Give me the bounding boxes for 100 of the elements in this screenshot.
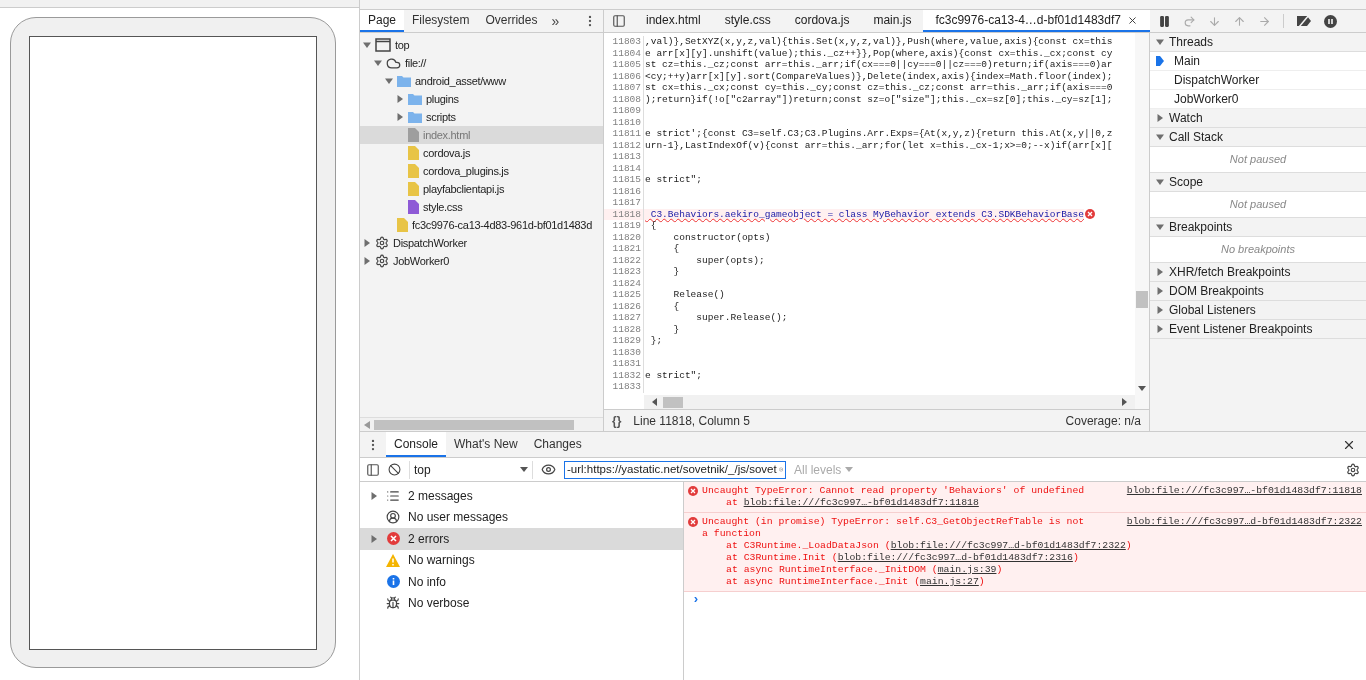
tree-item[interactable]: playfabclientapi.js [360,180,603,198]
error-icon [386,532,400,546]
stack-link[interactable]: blob:file:///fc3c997…d-bf01d1483df7:2322 [890,540,1126,551]
error-icon [688,517,698,527]
source-link[interactable]: blob:file:///fc3c997…-bf01d1483df7:11818 [1126,485,1362,497]
filter-field[interactable]: -url:https://yastatic.net/sovetnik/_/js/sovet [564,460,786,479]
deactivate-breakpoints-icon[interactable] [1296,15,1312,27]
section-header[interactable]: Event Listener Breakpoints [1150,320,1366,339]
section-header[interactable]: XHR/fetch Breakpoints [1150,263,1366,282]
expand-arrow-icon[interactable] [1156,178,1164,186]
horizontal-scrollbar[interactable] [644,395,1135,409]
line-number: 11814 [604,162,644,174]
expand-arrow-icon[interactable] [363,239,371,247]
expand-arrow-icon[interactable] [363,257,371,265]
vertical-scrollbar[interactable] [1135,33,1149,409]
stack-link[interactable]: main.js:27 [920,576,979,587]
expand-arrow-icon[interactable] [1156,223,1164,231]
expand-arrow-icon[interactable] [363,41,371,49]
tree-item[interactable]: cordova.js [360,144,603,162]
console-filter-item[interactable]: No verbose [360,592,683,614]
tab[interactable]: Page [360,10,405,32]
settings-icon[interactable] [1346,462,1360,477]
sidebar-toggle-icon[interactable] [366,462,380,477]
more-tabs-button[interactable]: » [545,10,566,32]
thread-item[interactable]: Main [1150,52,1366,71]
scrollbar-thumb[interactable] [1136,291,1148,308]
console-filter-item[interactable]: 2 errors [360,528,683,550]
console-filter-item[interactable]: No info [360,571,683,593]
tree-item[interactable]: android_asset/www [360,72,603,90]
section-header[interactable]: Watch [1150,109,1366,128]
expand-arrow-icon[interactable] [374,59,382,67]
context-select[interactable]: top [409,460,533,479]
error-icon [1085,209,1095,220]
horizontal-scrollbar[interactable] [360,417,603,431]
scroll-left-icon[interactable] [652,398,657,406]
file-tab[interactable]: main.js [861,10,924,32]
line-number: 11809 [604,105,644,117]
thread-item[interactable]: DispatchWorker [1150,71,1366,90]
file-tab[interactable]: fc3c9976-ca13-4…d-bf01d1483df7 [923,10,1150,32]
expand-arrow-icon[interactable] [370,491,378,500]
tab[interactable]: Console [386,432,447,457]
clear-console-icon[interactable] [388,463,401,476]
console-filter-item[interactable]: 2 messages [360,485,683,507]
toggle-navigator-icon[interactable] [612,14,626,28]
tab[interactable]: Overrides [477,10,546,32]
section-header[interactable]: DOM Breakpoints [1150,282,1366,301]
tab[interactable]: Filesystem [404,10,478,32]
code-text: st cx=this._cx;const cy=this._cy;const cz=this._cz;const arr=this._arr;if(axis===0 [644,82,1113,94]
line-number: 11833 [604,381,644,393]
expand-arrow-icon[interactable] [1156,114,1164,122]
scrollbar-thumb[interactable] [374,419,574,430]
tree-item[interactable]: DispatchWorker [360,234,603,252]
tree-item[interactable]: plugins [360,90,603,108]
gear-icon [375,236,389,250]
scroll-down-icon[interactable] [1138,386,1146,391]
expand-arrow-icon[interactable] [396,95,404,103]
file-icon [408,146,419,160]
code-text: super.Release(); [695,312,788,324]
expand-arrow-icon[interactable] [1156,133,1164,141]
console-prompt[interactable]: › [692,592,700,607]
gear-icon [375,254,389,268]
stack-link[interactable]: blob:file:///fc3c997…d-bf01d1483df7:2316 [837,552,1073,563]
close-icon[interactable] [1126,14,1138,26]
tree-item[interactable]: file:// [360,54,603,72]
stack-link[interactable]: blob:file:///fc3c997…-bf01d1483df7:11818 [743,497,979,508]
console-filter-item[interactable]: No user messages [360,506,683,528]
stack-link[interactable]: main.js:39 [937,564,997,575]
tab[interactable]: Changes [525,432,590,457]
tab[interactable]: What's New [446,432,526,457]
expand-arrow-icon[interactable] [385,77,393,85]
expand-arrow-icon[interactable] [1156,268,1164,276]
expand-arrow-icon[interactable] [1156,325,1164,333]
eye-icon[interactable] [541,462,556,477]
tree-item[interactable]: JobWorker0 [360,252,603,270]
pause-on-exceptions-icon[interactable] [1324,14,1337,28]
source-link[interactable]: blob:file:///fc3c997…d-bf01d1483df7:2322 [1126,516,1362,540]
pretty-print-button[interactable]: {} [612,411,622,430]
tree-item[interactable]: cordova_plugins.js [360,162,603,180]
file-tab[interactable]: cordova.js [782,10,862,32]
scrollbar-thumb[interactable] [663,396,683,408]
tree-item[interactable]: scripts [360,108,603,126]
thread-item[interactable]: JobWorker0 [1150,90,1366,109]
pause-icon[interactable] [1158,14,1171,28]
expand-arrow-icon[interactable] [1156,38,1164,46]
section-header[interactable]: Global Listeners [1150,301,1366,320]
line-number: 11807 [604,82,644,94]
tree-item[interactable]: top [360,36,603,54]
expand-arrow-icon[interactable] [370,534,378,543]
tree-item[interactable]: fc3c9976-ca13-4d83-961d-bf01d1483d [360,216,603,234]
expand-arrow-icon[interactable] [396,113,404,121]
tree-item[interactable]: style.css [360,198,603,216]
code-text: constructor(opts) [672,231,771,243]
code-text: } [672,323,680,335]
expand-arrow-icon[interactable] [1156,287,1164,295]
expand-arrow-icon[interactable] [1156,306,1164,314]
file-tab[interactable]: index.html [634,10,713,32]
code-text: e arr[x][y].unshift(value);this._cz++}},Pop(where,axis){const cx=this._cx;const cy [644,47,1113,59]
console-filter-item[interactable]: No warnings [360,549,683,571]
file-tab[interactable]: style.css [712,10,783,32]
scroll-right-icon[interactable] [1122,398,1127,406]
